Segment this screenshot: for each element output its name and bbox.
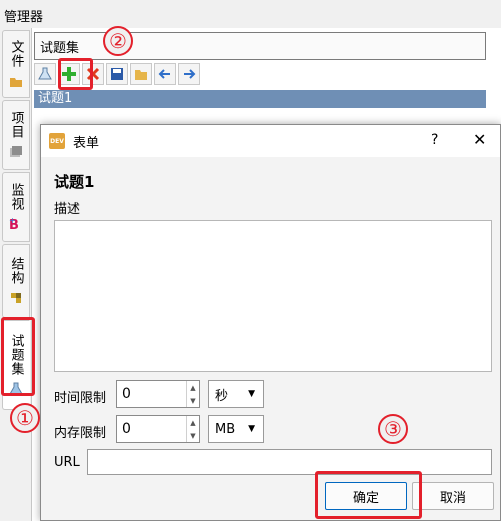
memory-limit-label: 内存限制 (54, 426, 107, 441)
memory-limit-spinbox[interactable]: 0 ▲ ▼ (116, 415, 200, 443)
highlight-question-set-tab (1, 317, 35, 396)
memory-unit-value: MB (215, 421, 236, 437)
dialog-title: 表单 (73, 135, 100, 151)
spin-arrows[interactable]: ▲ ▼ (186, 416, 199, 442)
save-icon (111, 68, 123, 80)
step-marker-1: ① (10, 403, 40, 433)
tab-files[interactable]: 文件 (2, 30, 30, 98)
flask-icon (38, 67, 52, 80)
question-title: 试题1 (54, 173, 95, 191)
arrow-left-icon (158, 69, 170, 79)
flask-button[interactable] (34, 63, 56, 85)
chevron-down-icon: ▼ (248, 424, 255, 434)
cancel-button[interactable]: 取消 (412, 482, 494, 510)
step-marker-3: ③ (378, 414, 408, 444)
time-unit-value: 秒 (215, 388, 229, 404)
move-right-button[interactable] (178, 63, 200, 85)
collection-name-field[interactable]: 试题集 (34, 32, 486, 60)
app-icon: DEV (49, 133, 65, 149)
spin-arrows[interactable]: ▲ ▼ (186, 381, 199, 407)
highlight-ok-button (315, 471, 422, 519)
spin-down-icon[interactable]: ▼ (190, 397, 195, 405)
manager-title: 管理器 (4, 10, 44, 25)
close-icon[interactable]: ✕ (473, 130, 486, 149)
description-label: 描述 (54, 202, 81, 217)
folder-icon (10, 78, 22, 87)
list-item[interactable]: 试题1 (34, 90, 486, 108)
spin-up-icon[interactable]: ▲ (190, 384, 195, 392)
tab-project-label: 项目 (8, 111, 24, 139)
tab-structure-label: 结构 (8, 257, 24, 285)
spin-down-icon[interactable]: ▼ (190, 432, 195, 440)
open-folder-icon (135, 70, 147, 80)
tab-watch[interactable]: 监视 B + (2, 172, 30, 242)
step-marker-2: ② (103, 26, 133, 56)
svg-text:+: + (9, 217, 16, 225)
url-input[interactable] (87, 449, 492, 475)
tab-project[interactable]: 项目 (2, 100, 30, 170)
help-button[interactable]: ? (431, 132, 438, 148)
tab-files-label: 文件 (8, 40, 24, 68)
move-left-button[interactable] (154, 63, 176, 85)
description-textarea[interactable] (54, 220, 492, 372)
time-unit-select[interactable]: 秒 ▼ (208, 380, 264, 408)
arrow-right-icon (184, 69, 196, 79)
watch-icon: B+ (9, 217, 19, 231)
form-dialog: DEV 表单 ? ✕ 试题1 描述 时间限制 0 ▲ ▼ 秒 ▼ 内存限制 0 … (40, 124, 501, 521)
memory-unit-select[interactable]: MB ▼ (208, 415, 264, 443)
tab-watch-label: 监视 (8, 183, 24, 211)
chevron-down-icon: ▼ (248, 389, 255, 399)
url-label: URL (54, 455, 80, 470)
save-button[interactable] (106, 63, 128, 85)
open-folder-button[interactable] (130, 63, 152, 85)
time-limit-spinbox[interactable]: 0 ▲ ▼ (116, 380, 200, 408)
dialog-titlebar: DEV 表单 ? ✕ (41, 125, 500, 157)
memory-limit-value[interactable]: 0 (117, 416, 186, 442)
books-icon (10, 146, 22, 157)
highlight-add-button (58, 58, 93, 90)
time-limit-label: 时间限制 (54, 391, 107, 406)
tab-structure[interactable]: 结构 (2, 244, 30, 318)
spin-up-icon[interactable]: ▲ (190, 419, 195, 427)
side-tab-bar: 文件 项目 监视 B + 结构 试题集 (0, 28, 31, 521)
time-limit-value[interactable]: 0 (117, 381, 186, 407)
puzzle-icon (11, 293, 21, 303)
